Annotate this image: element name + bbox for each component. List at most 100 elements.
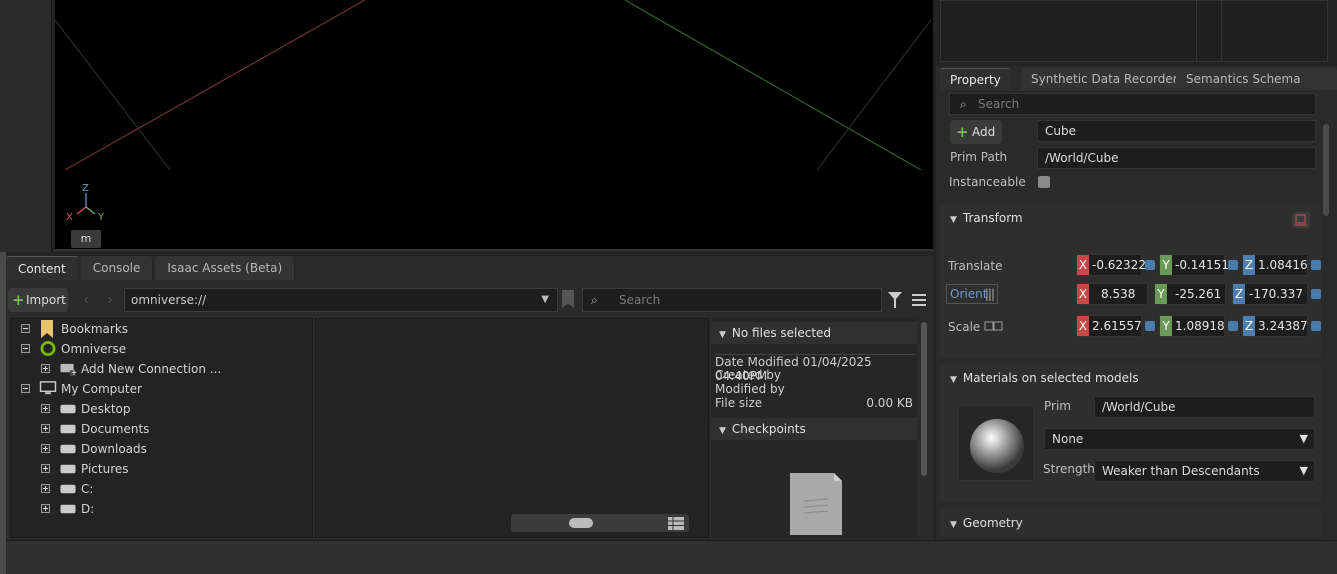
checkpoints-header[interactable]: ▼ Checkpoints [711,418,917,440]
chevron-down-icon[interactable]: ▼ [541,289,549,311]
column-divider [1196,1,1197,63]
path-field[interactable]: omniverse:// ▼ [124,288,558,312]
details-scrollbar[interactable] [920,318,930,538]
collapse-icon[interactable] [21,344,30,353]
prim-path-label: Prim Path [950,150,1008,164]
tab-synthetic-data-recorder[interactable]: Synthetic Data Recorder [1021,68,1188,90]
materials-header[interactable]: ▼ Materials on selected models [940,364,1321,392]
tree-label: Pictures [81,462,129,476]
tab-console[interactable]: Console [80,256,154,280]
expand-icon[interactable] [41,484,50,493]
material-dropdown[interactable]: None ▼ [1044,428,1315,450]
computer-icon [39,381,57,395]
expand-icon[interactable] [41,464,50,473]
tab-content[interactable]: Content [6,256,79,280]
strength-dropdown[interactable]: Weaker than Descendants ▼ [1094,460,1315,482]
orient-mode-button[interactable]: Orient ||| [946,284,998,304]
orient-x-value: 8.538 [1101,287,1136,301]
folder-tree: Bookmarks Omniverse + Add New Connection… [10,318,313,538]
translate-y-field[interactable]: Y -0.14151 [1159,254,1229,276]
search-input[interactable]: ⌕ Search [582,288,882,312]
forward-arrow-icon[interactable]: › [102,288,118,312]
transform-settings-icon[interactable] [1292,212,1310,228]
material-prim-field[interactable]: /World/Cube [1094,396,1315,418]
axis-x-tag: X [1077,316,1089,336]
keyframe-icon[interactable] [1145,260,1155,270]
keyframe-icon[interactable] [1311,289,1321,299]
thumbnail-size-slider[interactable] [511,514,689,532]
viewport[interactable]: Z X Y m [55,0,933,251]
slider-handle[interactable] [569,518,593,528]
menu-list-icon[interactable] [912,294,926,306]
back-arrow-icon[interactable]: ‹ [78,288,94,312]
expand-icon[interactable] [41,364,50,373]
orient-z-field[interactable]: Z -170.337 [1232,283,1308,305]
orient-y-field[interactable]: Y -25.261 [1154,283,1226,305]
tab-semantics-schema-editor[interactable]: Semantics Schema Edit... [1176,68,1337,108]
translate-x-field[interactable]: X -0.62322 [1076,254,1146,276]
chevron-down-icon: ▼ [1299,464,1308,477]
keyframe-icon[interactable] [1311,321,1321,331]
drive-icon [60,424,76,434]
file-details-pane: ▼ No files selected Date Modified 01/04/2… [711,318,917,538]
bookmark-icon[interactable] [562,290,574,308]
link-scale-icon[interactable] [984,320,1004,332]
axis-z-tag: Z [1233,284,1245,304]
created-by-label: Created by [715,368,782,382]
tree-label: My Computer [61,382,142,396]
tree-label: Desktop [81,402,131,416]
file-size-label: File size [715,396,763,410]
axis-x-tag: X [1077,255,1089,275]
drive-icon [60,504,76,514]
gizmo-x [76,206,87,215]
search-placeholder: Search [619,293,661,307]
details-header[interactable]: ▼ No files selected [711,322,917,344]
tab-isaac-assets[interactable]: Isaac Assets (Beta) [155,256,296,280]
instanceable-checkbox[interactable] [1038,176,1050,188]
scale-z-field[interactable]: Z 3.24387 [1242,315,1308,337]
scrollbar-thumb[interactable] [921,322,927,476]
keyframe-icon[interactable] [1228,260,1238,270]
import-button[interactable]: + Import [8,288,68,312]
property-search-placeholder: Search [978,97,1020,111]
document-icon [790,473,842,535]
scale-y-field[interactable]: Y 1.08918 [1159,315,1225,337]
transform-section: ▼ Transform Translate X -0.62322 Y -0.14151… [940,204,1321,358]
file-size-row: File size 0.00 KB [715,396,915,410]
geometry-header[interactable]: ▼ Geometry [940,509,1321,537]
expand-icon[interactable] [41,504,50,513]
expand-icon[interactable] [41,444,50,453]
keyframe-icon[interactable] [1311,260,1321,270]
omniverse-icon [40,341,56,356]
keyframe-icon[interactable] [1228,321,1238,331]
prim-name-field[interactable]: Cube [1037,120,1316,142]
tab-property[interactable]: Property [940,68,1011,90]
collapse-icon[interactable] [21,324,30,333]
orient-x-field[interactable]: X 8.538 [1076,283,1148,305]
filter-icon[interactable] [888,292,902,308]
tree-label: C: [81,482,94,496]
property-search-input[interactable]: ⌕ Search [949,93,1316,115]
material-preview[interactable] [958,405,1034,481]
grid-view-icon[interactable] [668,517,684,530]
triangle-down-icon: ▼ [719,426,726,436]
add-button[interactable]: + Add [950,120,1002,144]
orient-bars-icon: ||| [984,287,995,301]
materials-section: ▼ Materials on selected models Prim /Worl… [940,364,1321,502]
unit-badge[interactable]: m [71,230,101,248]
orient-z-value: -170.337 [1249,287,1303,301]
expand-icon[interactable] [41,424,50,433]
translate-z-field[interactable]: Z 1.08416 [1242,254,1308,276]
collapse-icon[interactable] [21,384,30,393]
keyframe-icon[interactable] [1145,321,1155,331]
property-scrollbar-thumb[interactable] [1323,124,1329,216]
svg-text:+: + [71,368,77,376]
strength-value: Weaker than Descendants [1102,464,1260,478]
file-browser-area[interactable] [315,318,709,538]
transform-header[interactable]: ▼ Transform [940,204,1321,232]
expand-icon[interactable] [41,404,50,413]
scale-x-field[interactable]: X 2.61557 [1076,315,1142,337]
material-prim-label: Prim [1044,399,1071,413]
path-value: omniverse:// [131,293,207,307]
prim-path-field[interactable]: /World/Cube [1037,147,1316,169]
